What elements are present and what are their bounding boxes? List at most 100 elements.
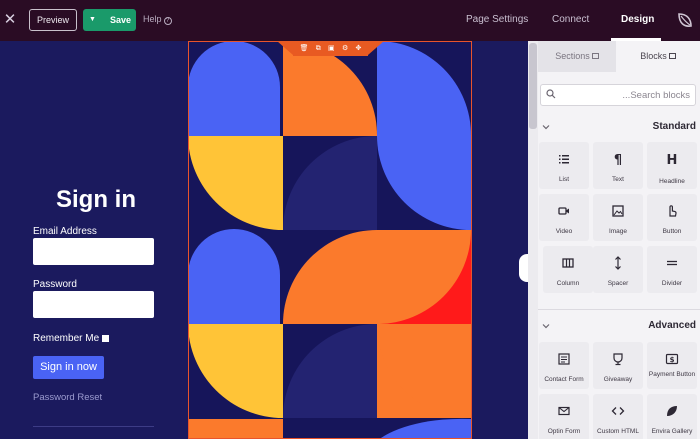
password-label: Password — [33, 279, 77, 290]
blocks-icon — [668, 53, 676, 59]
blocks-sidebar: Sections Blocks ...Search blocks Standar… — [538, 41, 700, 439]
caret-down-icon[interactable]: ▼ — [89, 9, 96, 31]
decorative-art-block[interactable] — [188, 41, 472, 439]
geometric-pattern — [189, 42, 471, 438]
standard-section-header[interactable]: Standard — [538, 121, 700, 137]
tab-page-settings[interactable]: Page Settings — [466, 14, 528, 25]
block-video[interactable]: Video — [539, 194, 589, 241]
close-icon[interactable]: ✕ — [3, 11, 17, 29]
block-toolbar: 🗑 ⧉ ▣ ⚙ ✥ — [293, 41, 368, 56]
section-separator — [538, 309, 700, 310]
spacer-icon — [615, 256, 621, 270]
block-text[interactable]: ¶ Text — [593, 142, 643, 189]
heading-icon: H — [667, 153, 678, 167]
block-image[interactable]: Image — [593, 194, 643, 241]
tab-connect[interactable]: Connect — [552, 14, 589, 25]
help-label: Help — [143, 14, 162, 24]
remember-me[interactable]: Remember Me — [33, 333, 110, 344]
image-icon — [612, 205, 624, 217]
block-label: Custom HTML — [597, 428, 639, 435]
search-icon — [546, 89, 556, 99]
remember-checkbox[interactable] — [102, 335, 110, 342]
leaf-icon — [667, 406, 677, 416]
toolbar-ear-right — [368, 41, 384, 55]
block-optin-form[interactable]: Optin Form — [539, 394, 589, 439]
move-icon[interactable]: ✥ — [355, 41, 361, 56]
password-field[interactable] — [33, 291, 154, 318]
svg-text:¶: ¶ — [614, 153, 622, 167]
pointer-icon — [669, 205, 677, 217]
block-envira-gallery[interactable]: Envira Gallery — [647, 394, 697, 439]
block-label: Headline — [659, 178, 685, 185]
block-label: Payment Button — [648, 371, 696, 378]
save-button[interactable]: ▼ Save — [83, 9, 136, 31]
top-bar: ✕ Preview ▼ Save Help? Page Settings Con… — [0, 0, 700, 41]
svg-text:H: H — [667, 153, 678, 167]
sections-icon — [591, 53, 599, 59]
signin-button[interactable]: Sign in now — [33, 356, 104, 379]
email-field[interactable] — [33, 238, 154, 265]
help-link[interactable]: Help? — [143, 14, 172, 25]
block-label: Divider — [661, 280, 683, 287]
tab-design[interactable]: Design — [621, 14, 654, 25]
svg-text:$: $ — [670, 356, 675, 364]
question-icon: ? — [163, 17, 172, 25]
block-label: Contact Form — [544, 376, 584, 383]
block-label: Spacer — [607, 280, 629, 287]
dollar-icon: $ — [665, 353, 679, 365]
block-label: Column — [556, 280, 580, 287]
block-giveaway[interactable]: Giveaway — [593, 342, 643, 389]
standard-title: Standard — [652, 121, 696, 132]
block-headline[interactable]: H Headline — [647, 142, 697, 189]
block-label: Giveaway — [603, 376, 633, 383]
advanced-title: Advanced — [648, 320, 696, 331]
preview-button[interactable]: Preview — [29, 9, 77, 31]
block-list[interactable]: List — [539, 142, 589, 189]
tab-blocks-label: Blocks — [640, 51, 667, 61]
duplicate-icon[interactable]: ⧉ — [316, 41, 321, 56]
advanced-section-header[interactable]: Advanced — [538, 320, 700, 336]
chevron-down-icon — [542, 324, 550, 329]
block-custom-html[interactable]: Custom HTML — [593, 394, 643, 439]
block-contact-form[interactable]: Contact Form — [539, 342, 589, 389]
canvas-scrollbar-thumb[interactable] — [529, 43, 537, 129]
block-divider[interactable]: Divider — [647, 246, 697, 293]
search-placeholder: ...Search blocks — [622, 90, 690, 101]
tab-blocks[interactable]: Blocks — [616, 41, 700, 72]
trophy-icon — [613, 353, 623, 366]
tab-sections[interactable]: Sections — [538, 41, 616, 72]
email-label: Email Address — [33, 226, 97, 237]
block-label: Envira Gallery — [651, 428, 693, 435]
save-label: Save — [110, 15, 132, 25]
block-label: Button — [662, 228, 682, 235]
block-payment-button[interactable]: $ Payment Button — [647, 342, 697, 389]
block-label: Video — [555, 228, 573, 235]
block-label: Optin Form — [547, 428, 581, 435]
block-column[interactable]: Column — [543, 246, 593, 293]
form-divider — [33, 426, 154, 427]
save-block-icon[interactable]: ▣ — [328, 41, 335, 56]
block-button[interactable]: Button — [647, 194, 697, 241]
tab-sections-label: Sections — [555, 51, 590, 61]
block-spacer[interactable]: Spacer — [593, 246, 643, 293]
seedprod-logo-icon — [678, 13, 692, 27]
column-icon — [562, 258, 574, 268]
form-icon — [558, 353, 570, 365]
list-icon — [559, 155, 569, 164]
paragraph-icon: ¶ — [614, 153, 622, 167]
chevron-down-icon — [542, 125, 550, 130]
sidebar-tabs: Sections Blocks — [538, 41, 700, 72]
code-icon — [611, 407, 625, 415]
video-icon — [558, 207, 569, 215]
block-label: Image — [608, 228, 628, 235]
settings-icon[interactable]: ⚙ — [342, 41, 348, 56]
password-reset-link[interactable]: Password Reset — [33, 392, 102, 403]
mail-icon — [558, 406, 570, 416]
trash-icon[interactable]: 🗑 — [300, 41, 309, 56]
signin-title: Sign in — [56, 186, 136, 213]
search-blocks-input[interactable]: ...Search blocks — [540, 84, 696, 106]
block-label: Text — [612, 176, 624, 183]
divider-icon — [667, 260, 677, 266]
block-label: List — [558, 176, 570, 183]
toolbar-ear-left — [277, 41, 293, 55]
